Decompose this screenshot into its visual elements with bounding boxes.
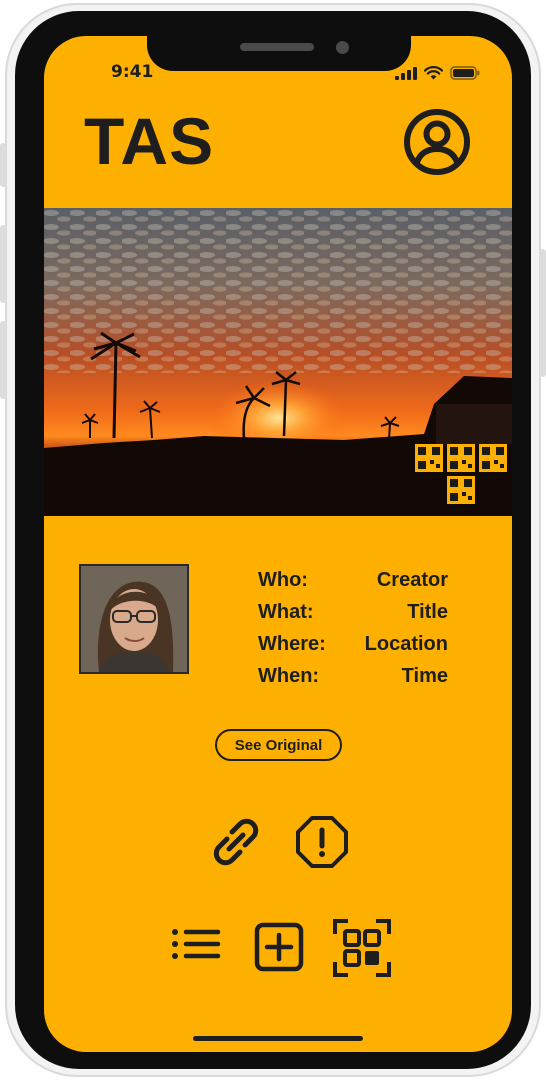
- meta-label-what: What:: [258, 601, 314, 623]
- qr-scan-icon[interactable]: [332, 918, 392, 978]
- status-time: 9:41: [111, 62, 154, 82]
- volume-up-button: [0, 225, 6, 303]
- meta-label-when: When:: [258, 665, 320, 687]
- signal-icon: [395, 66, 417, 80]
- meta-value-where: Location: [364, 633, 448, 655]
- earpiece-speaker: [240, 43, 314, 51]
- home-indicator[interactable]: [193, 1036, 363, 1041]
- user-circle-icon[interactable]: [403, 108, 471, 176]
- list-icon[interactable]: [170, 924, 222, 972]
- creator-avatar: [79, 564, 189, 674]
- alert-octagon-icon[interactable]: [294, 814, 350, 870]
- notch: [147, 36, 411, 71]
- meta-label-where: Where:: [258, 633, 326, 655]
- meta-value-when: Time: [401, 665, 448, 687]
- meta-value-who: Creator: [376, 569, 448, 591]
- screen: 9:41 TAS Who: Creator What: Title Where:…: [44, 36, 512, 1052]
- device-frame: 9:41 TAS Who: Creator What: Title Where:…: [0, 3, 546, 1077]
- creator-portrait: [81, 566, 187, 672]
- see-original-button[interactable]: See Original: [215, 729, 342, 761]
- battery-icon: [450, 66, 480, 80]
- power-button: [540, 249, 546, 377]
- wifi-icon: [424, 66, 443, 80]
- add-square-icon[interactable]: [254, 922, 304, 972]
- volume-down-button: [0, 321, 6, 399]
- status-icons: [395, 66, 480, 80]
- mute-switch: [0, 143, 6, 187]
- meta-value-what: Title: [407, 601, 448, 623]
- meta-label-who: Who:: [258, 569, 308, 591]
- sunset-photo: [44, 208, 512, 516]
- link-icon[interactable]: [208, 814, 264, 870]
- front-camera: [336, 41, 349, 54]
- app-logo: TAS: [84, 104, 215, 178]
